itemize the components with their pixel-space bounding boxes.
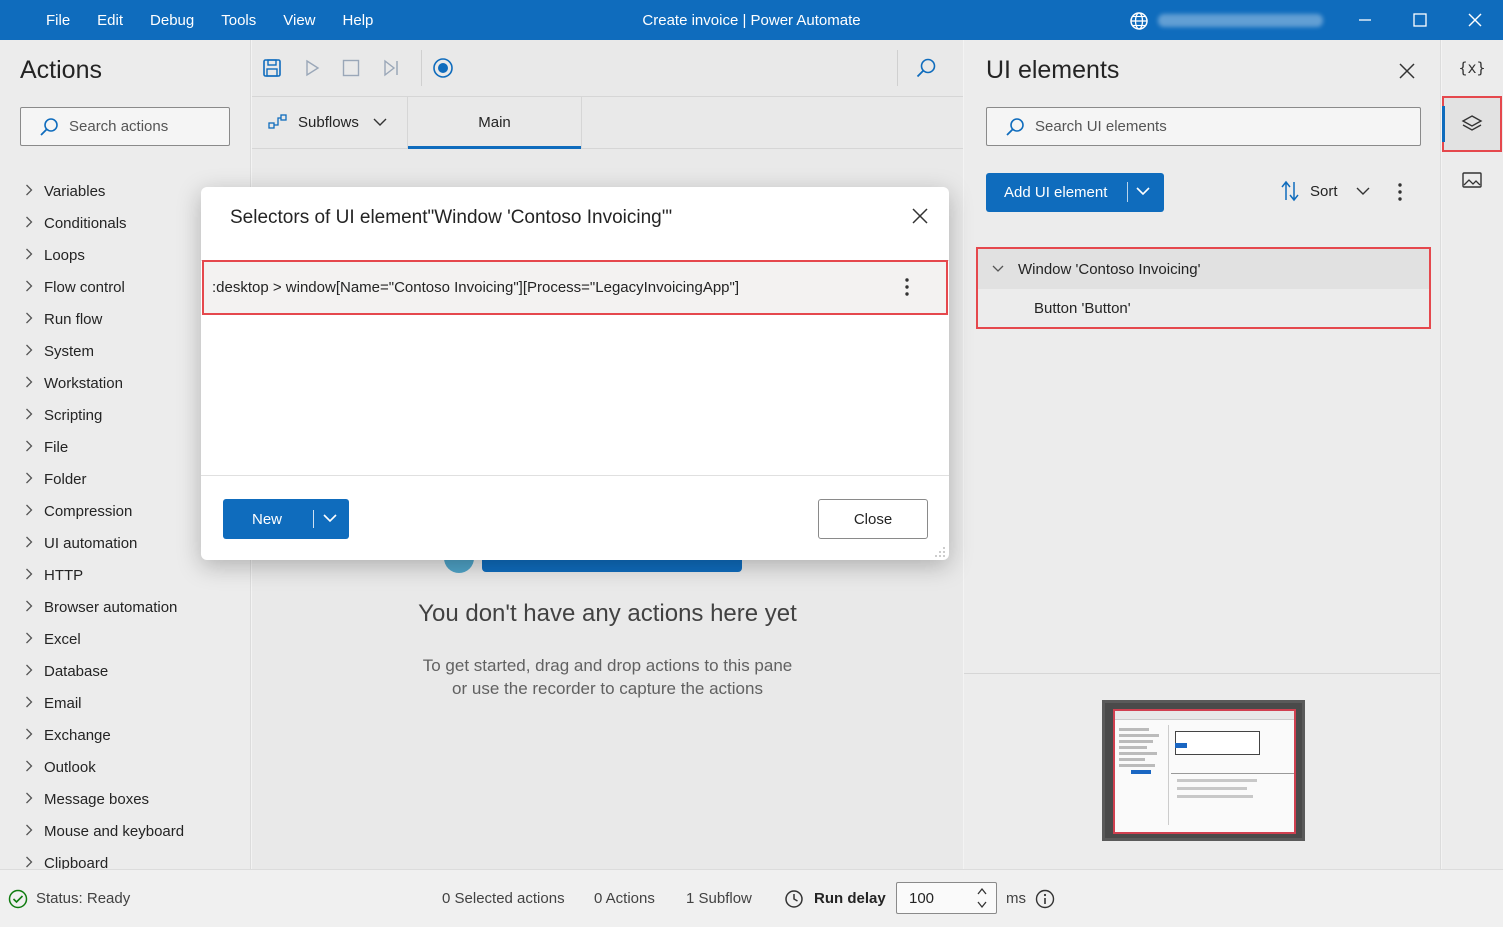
minimize-button[interactable]	[1342, 0, 1388, 40]
maximize-button[interactable]	[1397, 0, 1443, 40]
close-button[interactable]: Close	[818, 499, 928, 539]
chevron-down-icon[interactable]	[322, 510, 338, 530]
close-icon[interactable]	[911, 207, 929, 225]
resize-grip-icon[interactable]	[934, 545, 946, 557]
split-divider	[313, 510, 314, 528]
menu-view[interactable]: View	[283, 12, 315, 29]
dialog-footer-divider	[201, 475, 949, 476]
new-selector-button[interactable]: New	[223, 499, 349, 539]
more-options-icon[interactable]	[900, 276, 914, 298]
menu-edit[interactable]: Edit	[97, 12, 123, 29]
title-bar: File Edit Debug Tools View Help Create i…	[0, 0, 1503, 40]
close-button-label: Close	[853, 510, 893, 528]
new-button-label: New	[252, 511, 283, 528]
environment-globe-icon[interactable]	[1128, 10, 1150, 32]
menu-help[interactable]: Help	[343, 12, 374, 29]
selectors-dialog: Selectors of UI element"Window 'Contoso …	[201, 187, 949, 560]
selector-text: :desktop > window[Name="Contoso Invoicin…	[212, 279, 740, 296]
menu-bar: File Edit Debug Tools View Help	[46, 0, 400, 40]
menu-debug[interactable]: Debug	[150, 12, 194, 29]
menu-file[interactable]: File	[46, 12, 70, 29]
account-name-blurred[interactable]	[1158, 14, 1323, 27]
selector-row[interactable]: :desktop > window[Name="Contoso Invoicin…	[202, 260, 948, 315]
menu-tools[interactable]: Tools	[221, 12, 256, 29]
window-close-button[interactable]	[1452, 0, 1498, 40]
dialog-title: Selectors of UI element"Window 'Contoso …	[230, 207, 673, 228]
